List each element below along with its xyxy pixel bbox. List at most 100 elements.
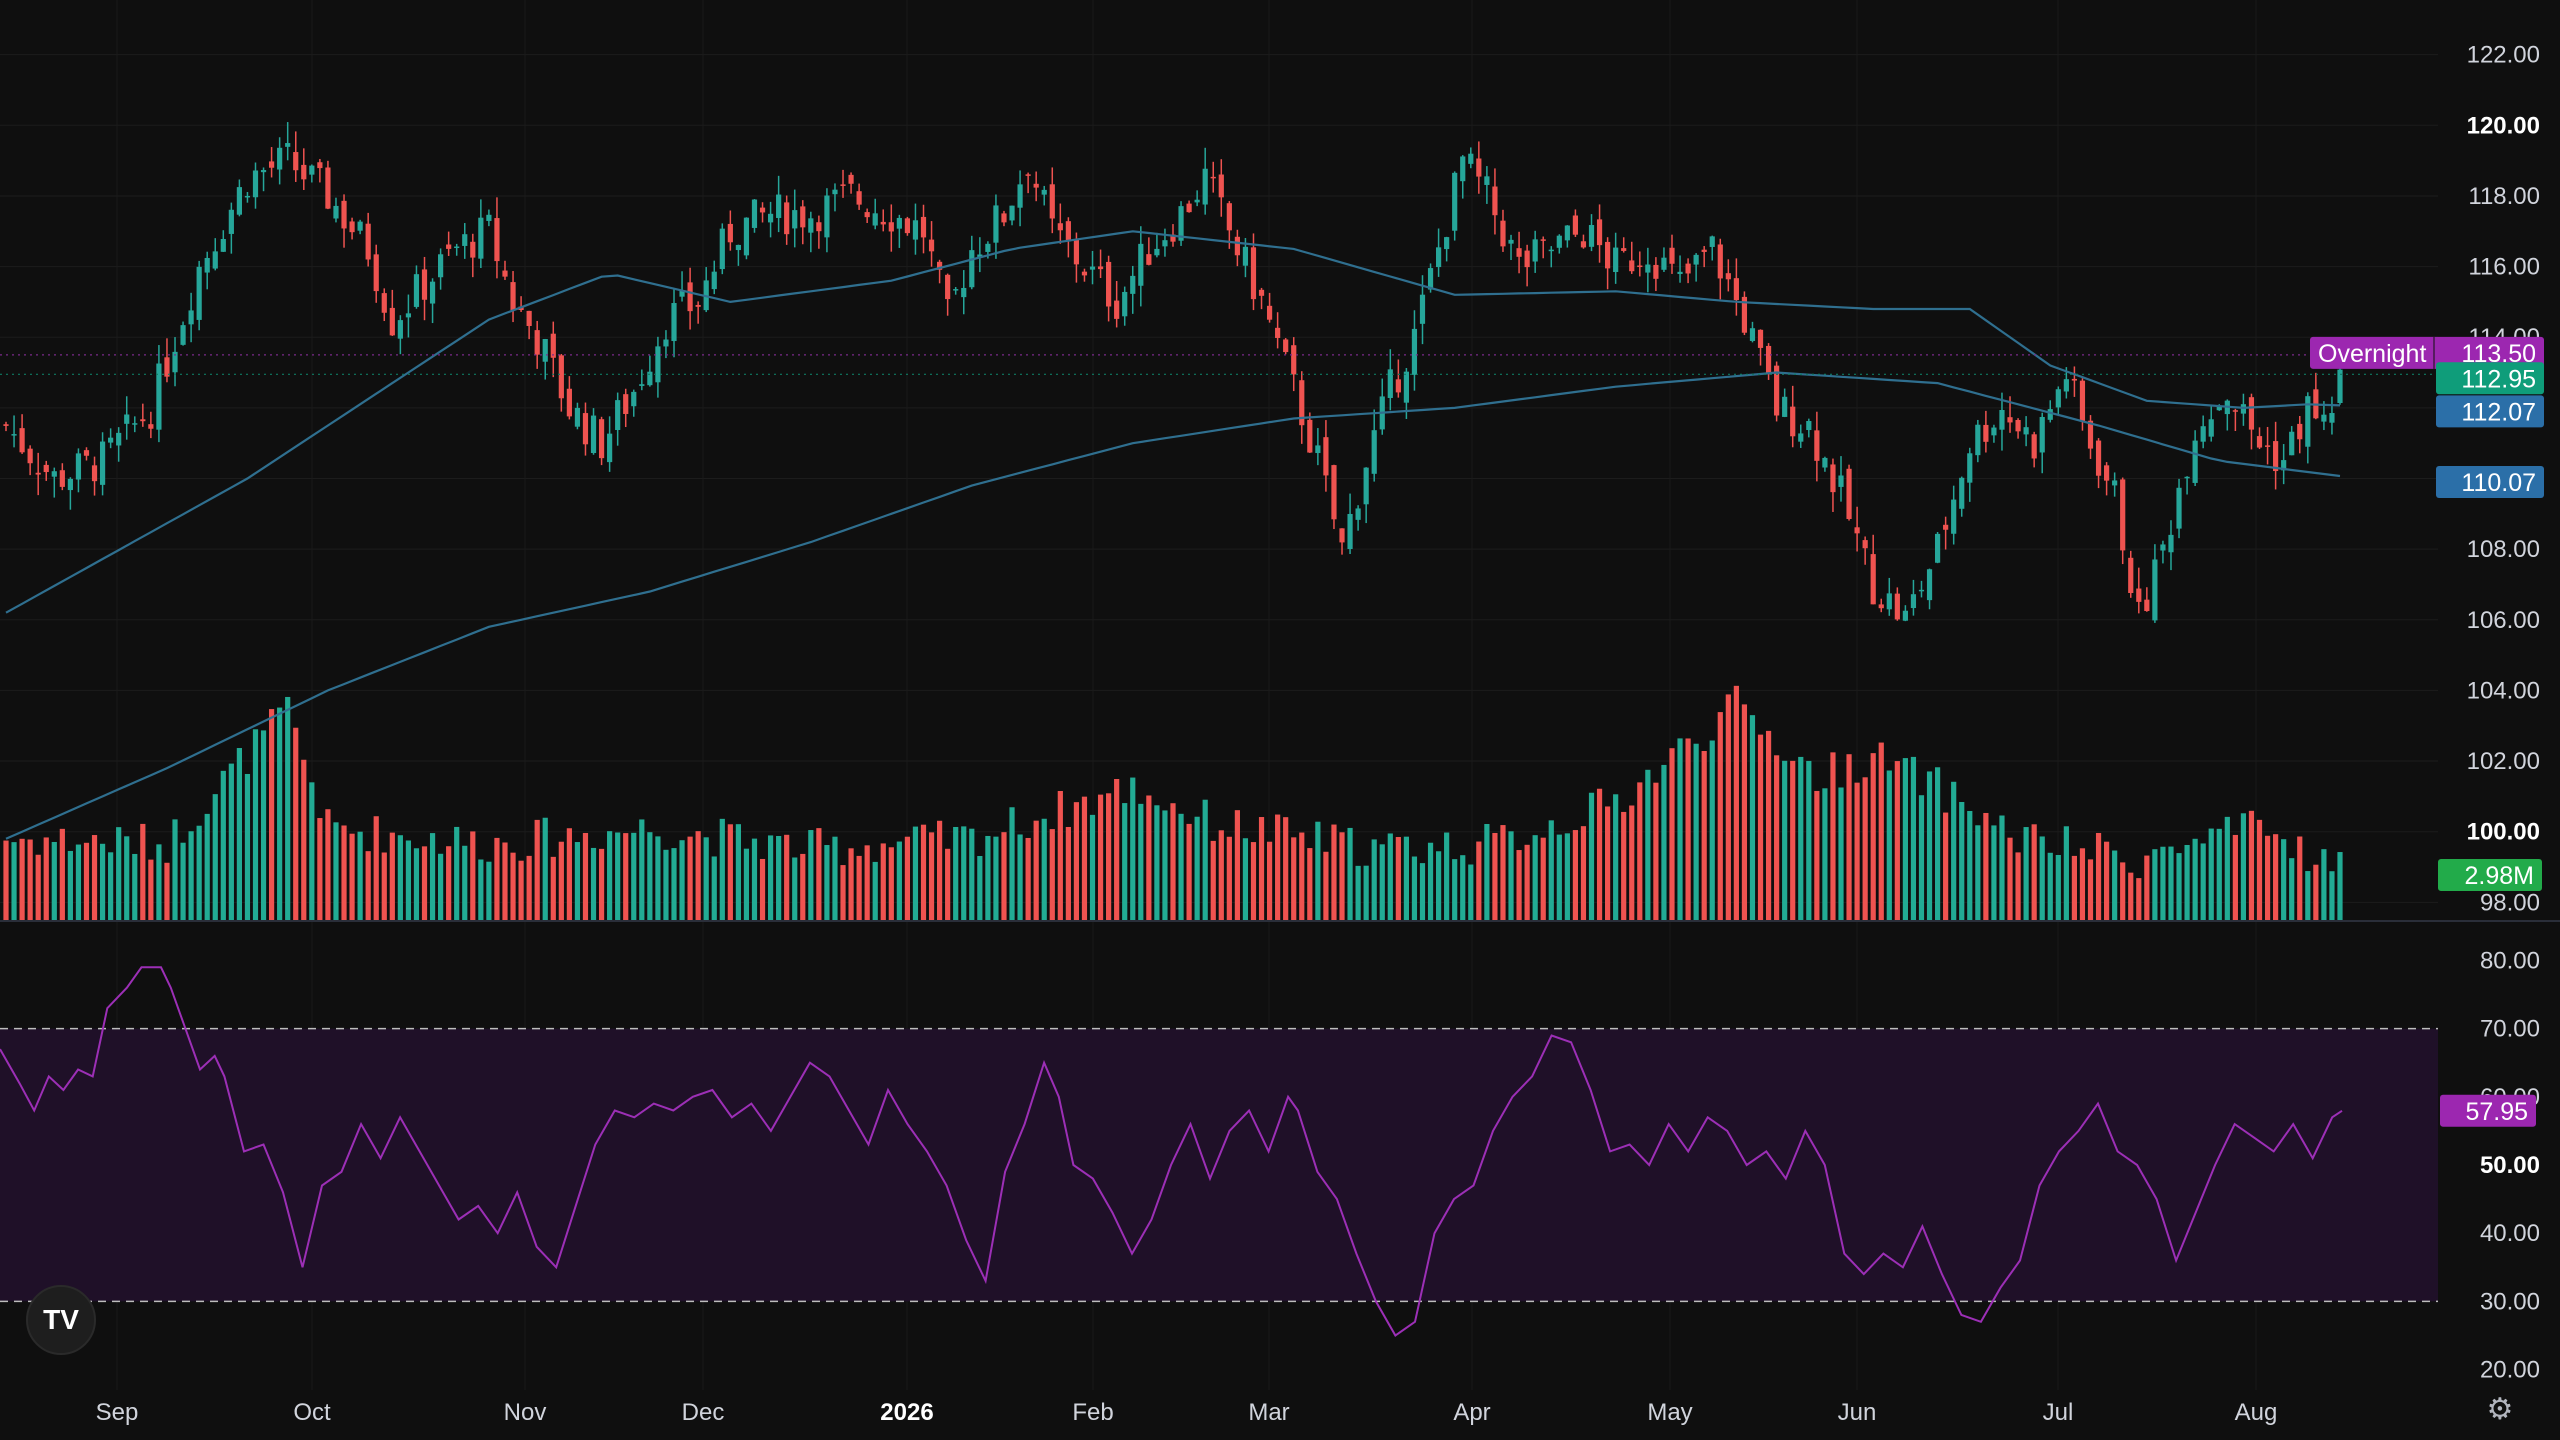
volume-bar xyxy=(2208,828,2214,920)
time-tick-label: Feb xyxy=(1072,1399,1113,1426)
volume-bar xyxy=(317,818,323,920)
candle-body xyxy=(2176,487,2182,529)
volume-bar xyxy=(1057,791,1063,920)
candle-body xyxy=(1934,533,1941,563)
candle-body xyxy=(486,214,492,221)
volume-bar xyxy=(19,838,25,920)
rsi-tick-label: 50.00 xyxy=(2480,1152,2540,1179)
volume-bar xyxy=(1669,748,1675,920)
volume-bar xyxy=(1918,795,1925,920)
volume-bar xyxy=(888,847,894,920)
volume-bar xyxy=(1315,821,1321,920)
volume-bar xyxy=(429,833,436,920)
volume-bar xyxy=(534,819,540,920)
candle-body xyxy=(421,269,428,300)
volume-bar xyxy=(1347,827,1353,920)
candle-body xyxy=(1613,247,1619,272)
chart-svg[interactable]: 122.00120.00118.00116.00114.00112.00110.… xyxy=(0,0,2560,1440)
candle-body xyxy=(1878,604,1884,609)
candle-body xyxy=(1556,235,1562,248)
volume-bar xyxy=(1902,758,1908,920)
volume-bar xyxy=(2144,855,2150,920)
volume-bar xyxy=(1081,796,1088,920)
time-axis[interactable]: Sep Oct Nov Dec 2026 Feb Mar Apr May Jun Jul Aug xyxy=(96,1399,2278,1426)
candle-body xyxy=(244,195,251,198)
candle-body xyxy=(928,239,935,252)
volume-bar xyxy=(1685,738,1691,920)
volume-bar xyxy=(1782,760,1788,920)
volume-bar xyxy=(421,846,428,920)
candle-body xyxy=(2112,480,2118,486)
candle-body xyxy=(220,239,226,252)
time-tick-label: Sep xyxy=(96,1399,139,1426)
candle-body xyxy=(1291,345,1297,375)
candle-body xyxy=(1669,247,1675,264)
volume-bar xyxy=(550,856,556,920)
candle-body xyxy=(333,205,339,219)
candle-body xyxy=(2031,434,2037,459)
gear-icon[interactable]: ⚙ xyxy=(2482,1392,2518,1428)
candle-body xyxy=(285,143,291,147)
volume-bar xyxy=(502,842,508,920)
candle-body xyxy=(389,307,395,336)
volume-bar xyxy=(2120,862,2126,920)
candle-body xyxy=(2023,427,2029,435)
volume-bar xyxy=(2055,854,2061,920)
volume-bar xyxy=(2289,858,2295,920)
candle-body xyxy=(1146,254,1152,265)
rsi-band xyxy=(0,1028,2438,1302)
volume-bar xyxy=(2248,810,2255,920)
candle-body xyxy=(1186,203,1192,213)
volume-bar xyxy=(83,842,90,920)
volume-bar xyxy=(341,825,347,920)
volume-bar xyxy=(228,763,234,920)
chart-stage[interactable]: 122.00120.00118.00116.00114.00112.00110.… xyxy=(0,0,2560,1440)
volume-bar xyxy=(1435,851,1442,920)
volume-bar xyxy=(727,824,733,920)
moving-average-lines xyxy=(0,230,2438,840)
candle-body xyxy=(655,346,661,383)
volume-bar xyxy=(1532,835,1538,920)
volume-bar xyxy=(454,826,460,920)
volume-bar xyxy=(2216,828,2222,920)
volume-bar xyxy=(1564,833,1570,920)
candle-body xyxy=(1435,247,1442,268)
volume-bar xyxy=(759,858,766,920)
volume-bar xyxy=(1234,810,1240,920)
tradingview-logo[interactable]: TV xyxy=(26,1285,96,1355)
candle-body xyxy=(3,424,9,426)
volume-bar xyxy=(1725,694,1731,920)
rsi-panel xyxy=(0,966,2438,1337)
candle-body xyxy=(252,170,259,198)
volume-bar xyxy=(784,834,790,920)
volume-bar xyxy=(373,816,379,920)
volume-bar xyxy=(1508,831,1514,920)
candle-body xyxy=(1580,241,1587,248)
volume-bar xyxy=(2128,872,2134,920)
volume-bar xyxy=(574,842,581,920)
volume-bar xyxy=(1395,837,1401,920)
price-tick-label: 106.00 xyxy=(2467,607,2540,634)
volume-bar xyxy=(1017,834,1023,920)
volume-bar xyxy=(1275,814,1281,920)
candle-body xyxy=(1605,241,1611,269)
volume-bar xyxy=(365,851,371,920)
candle-body xyxy=(1693,254,1699,265)
time-tick-label: Dec xyxy=(682,1399,725,1426)
volume-bar xyxy=(1701,751,1707,920)
candle-body xyxy=(99,441,106,485)
volume-bar xyxy=(1339,832,1345,920)
candle-body xyxy=(1468,153,1474,164)
candle-body xyxy=(381,293,387,313)
candle-body xyxy=(1226,203,1232,231)
candle-body xyxy=(2152,559,2158,621)
volume-bar xyxy=(1452,859,1458,920)
candle-body xyxy=(2055,389,2061,408)
candle-body xyxy=(590,415,597,454)
rsi-axis[interactable]: 80.0070.0060.0050.0040.0030.0020.00 xyxy=(2480,947,2540,1383)
volume-bar xyxy=(27,839,33,920)
candle-body xyxy=(317,162,323,169)
price-tick-label: 108.00 xyxy=(2467,536,2540,563)
candle-body xyxy=(1798,433,1804,442)
candle-body xyxy=(623,394,629,414)
